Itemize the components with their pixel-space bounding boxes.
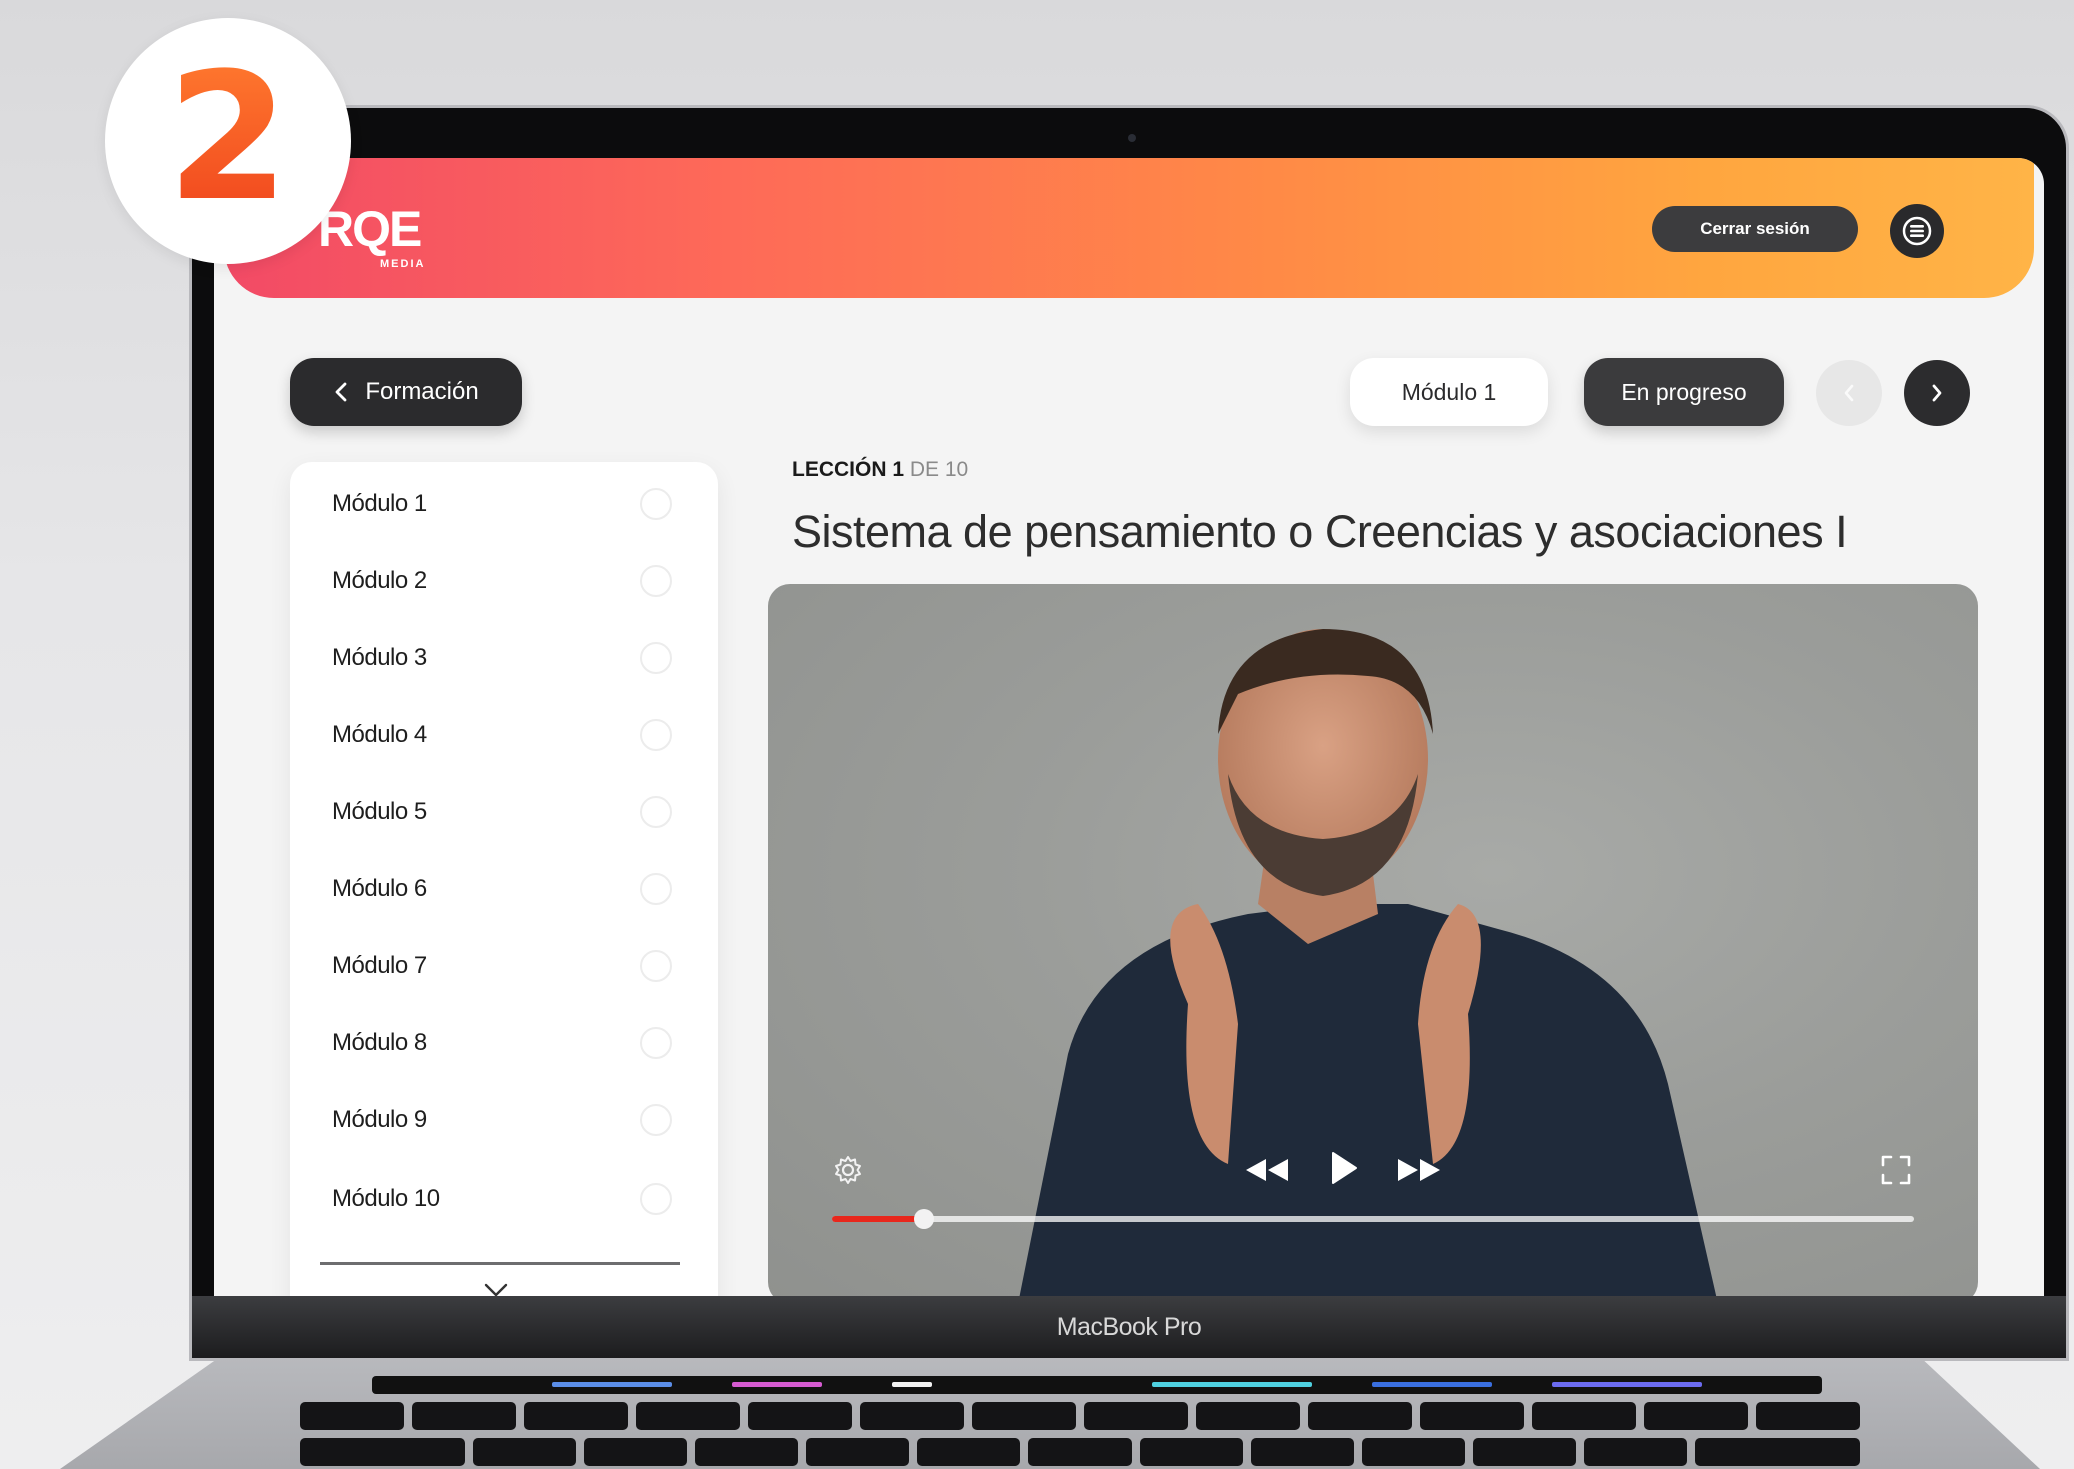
gear-icon[interactable] (830, 1152, 866, 1188)
video-progress-knob[interactable] (913, 1209, 934, 1229)
hamburger-menu-icon[interactable] (1890, 204, 1944, 258)
previous-lesson-button[interactable] (1816, 360, 1882, 426)
device-label: MacBook Pro (1056, 1312, 1202, 1341)
sidebar-item-modulo-8[interactable]: Módulo 8 (332, 1023, 672, 1063)
video-progress-fill (832, 1216, 924, 1222)
sidebar-divider (320, 1262, 680, 1265)
completion-circle-icon[interactable] (640, 873, 672, 905)
sidebar-item-label: Módulo 8 (332, 1029, 427, 1056)
play-icon[interactable] (1324, 1146, 1364, 1190)
chevron-down-icon[interactable] (476, 1276, 516, 1298)
sidebar-item-modulo-6[interactable]: Módulo 6 (332, 869, 672, 909)
video-frame-presenter (1019, 629, 1717, 1298)
chevron-left-icon (335, 382, 347, 402)
rewind-icon[interactable] (1240, 1150, 1294, 1190)
completion-circle-icon[interactable] (640, 488, 672, 520)
sidebar-item-modulo-3[interactable]: Módulo 3 (332, 638, 672, 678)
sidebar-item-label: Módulo 5 (332, 798, 427, 825)
sidebar-item-modulo-5[interactable]: Módulo 5 (332, 792, 672, 832)
keyboard-row (300, 1402, 1860, 1430)
lesson-title: Sistema de pensamiento o Creencias y aso… (792, 506, 1848, 557)
camera-icon (1128, 134, 1136, 142)
completion-circle-icon[interactable] (640, 642, 672, 674)
sidebar-item-label: Módulo 1 (332, 490, 427, 517)
sidebar-item-modulo-7[interactable]: Módulo 7 (332, 946, 672, 986)
laptop-hinge: MacBook Pro (192, 1296, 2066, 1358)
fast-forward-icon[interactable] (1392, 1150, 1446, 1190)
sidebar-item-modulo-1[interactable]: Módulo 1 (332, 484, 672, 524)
logout-button[interactable]: Cerrar sesión (1652, 206, 1858, 252)
sidebar-item-modulo-4[interactable]: Módulo 4 (332, 715, 672, 755)
lesson-total: DE 10 (909, 458, 969, 481)
module-sidebar: Módulo 1 Módulo 2 Módulo 3 Módulo 4 Módu… (290, 462, 718, 1298)
completion-circle-icon[interactable] (640, 950, 672, 982)
sidebar-item-label: Módulo 7 (332, 952, 427, 979)
keyboard-row (300, 1438, 1860, 1466)
sidebar-item-label: Módulo 10 (332, 1185, 440, 1212)
video-progress-bar[interactable] (832, 1209, 1914, 1229)
sidebar-item-modulo-10[interactable]: Módulo 10 (332, 1179, 672, 1219)
keyboard (300, 1400, 1860, 1469)
module-chip[interactable]: Módulo 1 (1350, 358, 1548, 426)
lesson-number: LECCIÓN 1 (792, 458, 905, 481)
next-lesson-button[interactable] (1904, 360, 1970, 426)
laptop-screen: RQE MEDIA Cerrar sesión Formación Módulo… (214, 158, 2044, 1298)
completion-circle-icon[interactable] (640, 719, 672, 751)
completion-circle-icon[interactable] (640, 1104, 672, 1136)
sidebar-item-modulo-2[interactable]: Módulo 2 (332, 561, 672, 601)
video-player[interactable] (768, 584, 1978, 1298)
completion-circle-icon[interactable] (640, 1027, 672, 1059)
completion-circle-icon[interactable] (640, 796, 672, 828)
sidebar-item-label: Módulo 2 (332, 567, 427, 594)
sidebar-item-modulo-9[interactable]: Módulo 9 (332, 1100, 672, 1140)
completion-circle-icon[interactable] (640, 1183, 672, 1215)
sidebar-item-label: Módulo 3 (332, 644, 427, 671)
lesson-counter: LECCIÓN 1 DE 10 (792, 458, 968, 482)
step-number: 2 (166, 35, 290, 240)
completion-circle-icon[interactable] (640, 565, 672, 597)
status-chip[interactable]: En progreso (1584, 358, 1784, 426)
sidebar-item-label: Módulo 6 (332, 875, 427, 902)
touch-bar (372, 1376, 1822, 1394)
step-badge: 2 (105, 18, 351, 264)
chevron-left-icon (1844, 384, 1854, 402)
sidebar-item-label: Módulo 4 (332, 721, 427, 748)
logo-subtext: MEDIA (380, 258, 426, 270)
sidebar-item-label: Módulo 9 (332, 1106, 427, 1133)
fullscreen-icon[interactable] (1876, 1150, 1916, 1190)
logo[interactable]: RQE (318, 204, 422, 254)
header-bar: RQE MEDIA Cerrar sesión (224, 158, 2034, 298)
back-to-formacion-button[interactable]: Formación (290, 358, 522, 426)
chevron-right-icon (1932, 384, 1942, 402)
back-button-label: Formación (365, 378, 479, 405)
